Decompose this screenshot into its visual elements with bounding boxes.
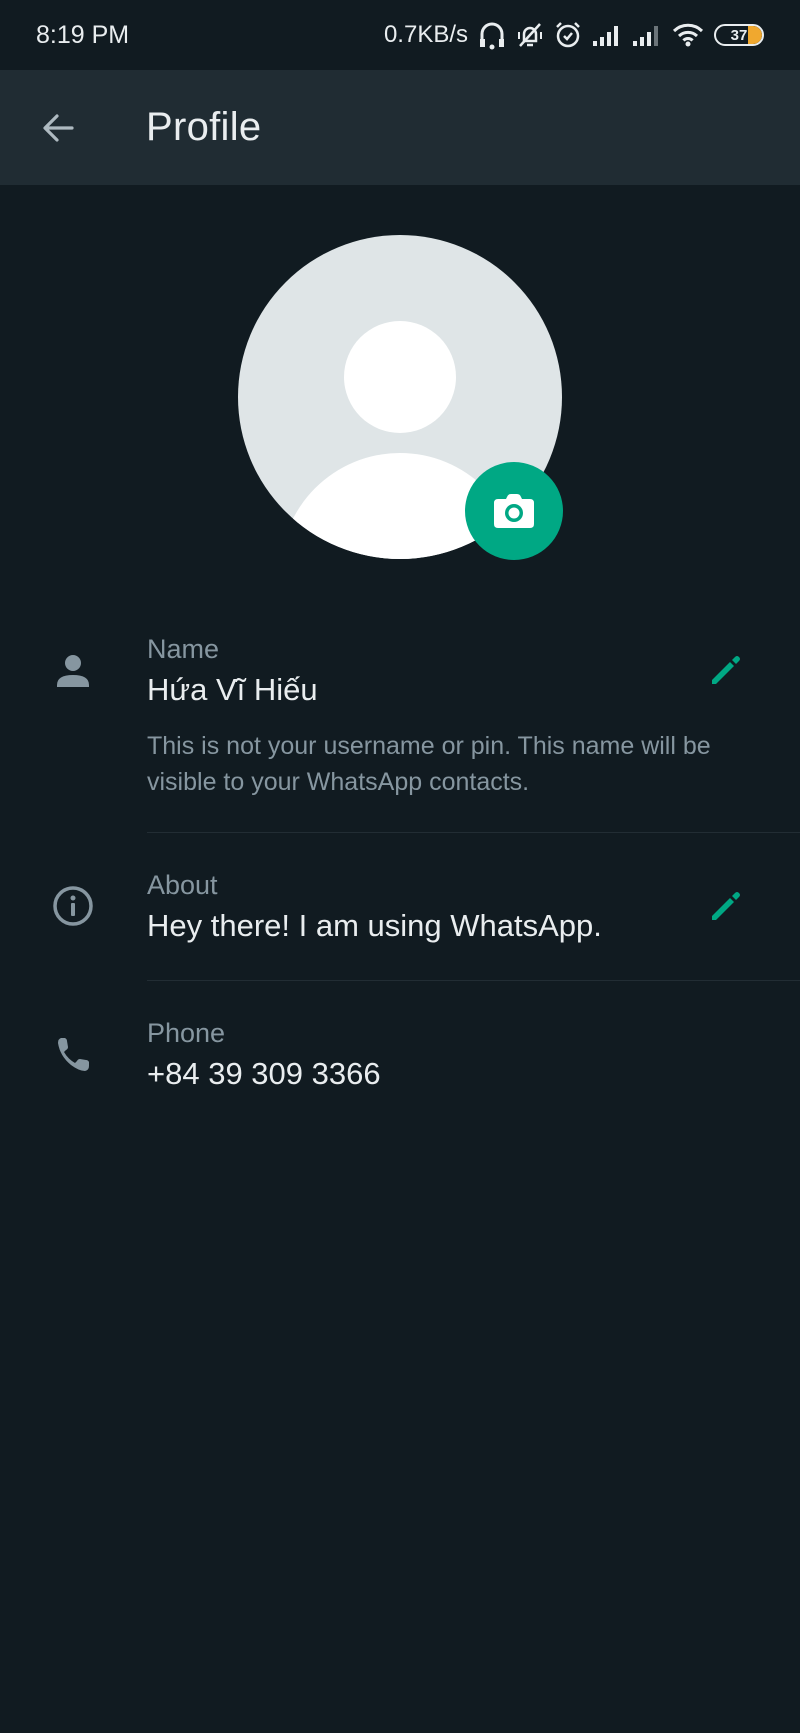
about-row[interactable]: About Hey there! I am using WhatsApp. bbox=[0, 860, 800, 980]
name-help-text: This is not your username or pin. This n… bbox=[147, 732, 711, 796]
name-label: Name bbox=[147, 634, 220, 664]
person-icon bbox=[48, 646, 98, 696]
app-bar: Profile bbox=[0, 70, 800, 185]
status-icons: 0.7KB/s 37 bbox=[384, 20, 764, 50]
phone-label: Phone bbox=[147, 1018, 226, 1048]
name-row[interactable]: Name Hứa Vĩ Hiếu This is not your userna… bbox=[0, 620, 800, 832]
headset-icon bbox=[478, 20, 506, 50]
phone-row: Phone +84 39 309 3366 bbox=[0, 1008, 800, 1118]
phone-icon bbox=[48, 1029, 98, 1079]
phone-value: +84 39 309 3366 bbox=[147, 1056, 381, 1091]
pencil-icon bbox=[712, 892, 740, 920]
info-icon bbox=[48, 881, 98, 931]
net-speed: 0.7KB/s bbox=[383, 21, 468, 48]
arrow-left-icon bbox=[43, 113, 74, 142]
alarm-icon bbox=[554, 21, 582, 49]
back-button[interactable] bbox=[28, 98, 88, 158]
vibrate-off-icon bbox=[516, 21, 544, 49]
battery-icon: 37 bbox=[714, 24, 764, 46]
edit-name-button[interactable] bbox=[700, 644, 752, 696]
name-value: Hứa Vĩ Hiếu bbox=[147, 672, 318, 707]
page-title: Profile bbox=[146, 105, 262, 149]
change-photo-button[interactable] bbox=[465, 462, 563, 560]
signal-icon bbox=[592, 23, 622, 47]
battery-fill bbox=[748, 26, 762, 44]
status-time: 8:19 PM bbox=[36, 20, 130, 49]
about-value: Hey there! I am using WhatsApp. bbox=[147, 908, 602, 943]
about-label: About bbox=[147, 870, 218, 900]
pencil-icon bbox=[712, 656, 740, 684]
profile-photo[interactable] bbox=[238, 235, 563, 560]
divider bbox=[147, 832, 800, 833]
camera-icon bbox=[494, 494, 534, 528]
divider bbox=[147, 980, 800, 981]
signal-icon-2 bbox=[632, 23, 662, 47]
battery-level: 37 bbox=[730, 26, 748, 44]
wifi-icon bbox=[672, 22, 704, 48]
avatar-head bbox=[344, 321, 456, 433]
edit-about-button[interactable] bbox=[700, 880, 752, 932]
status-bar: 8:19 PM 0.7KB/s 37 bbox=[0, 0, 800, 70]
